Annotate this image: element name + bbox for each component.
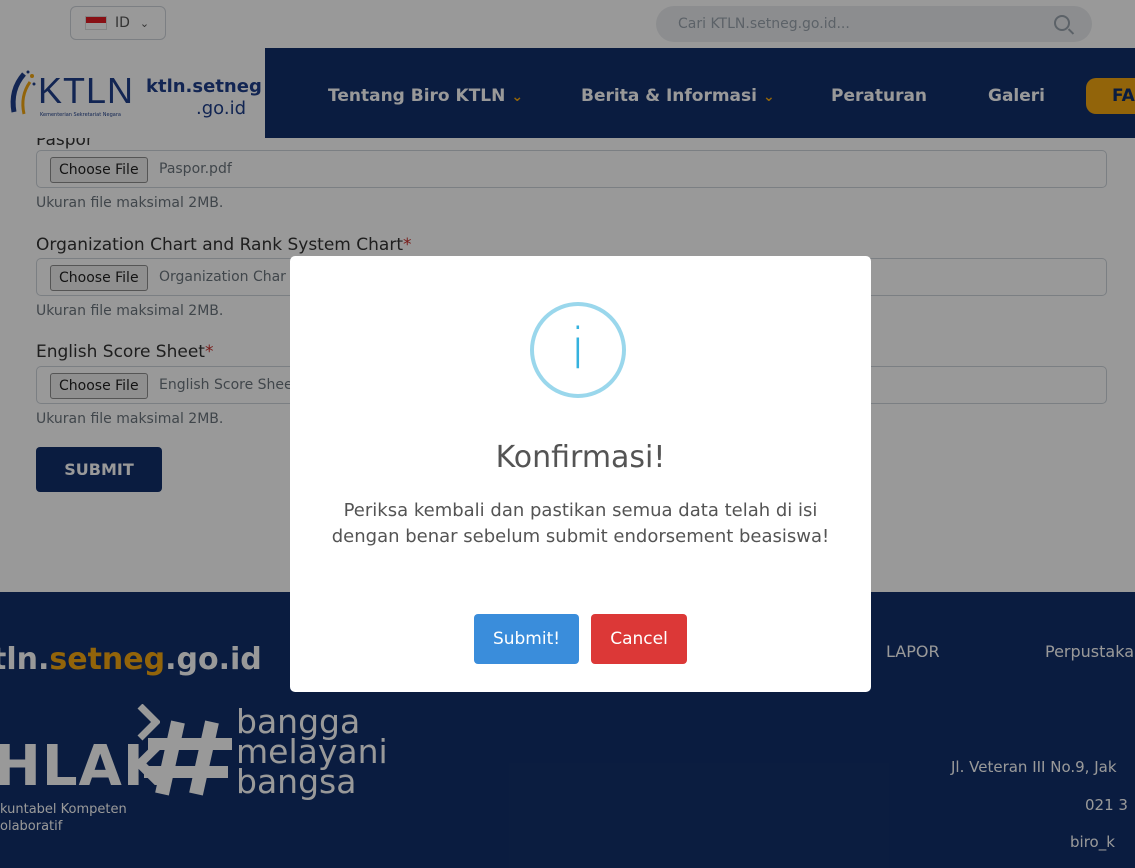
dialog-title: Konfirmasi! bbox=[495, 440, 666, 475]
confirmation-dialog: i Konfirmasi! Periksa kembali dan pastik… bbox=[290, 256, 871, 692]
info-glyph: i bbox=[570, 317, 586, 382]
confirm-submit-button[interactable]: Submit! bbox=[474, 614, 579, 664]
cancel-button[interactable]: Cancel bbox=[591, 614, 687, 664]
dialog-message: Periksa kembali dan pastikan semua data … bbox=[331, 500, 830, 547]
info-icon: i bbox=[530, 302, 626, 398]
page: ID ⌄ Cari KTLN.setneg.go.id... KTLN Keme… bbox=[0, 0, 1135, 868]
